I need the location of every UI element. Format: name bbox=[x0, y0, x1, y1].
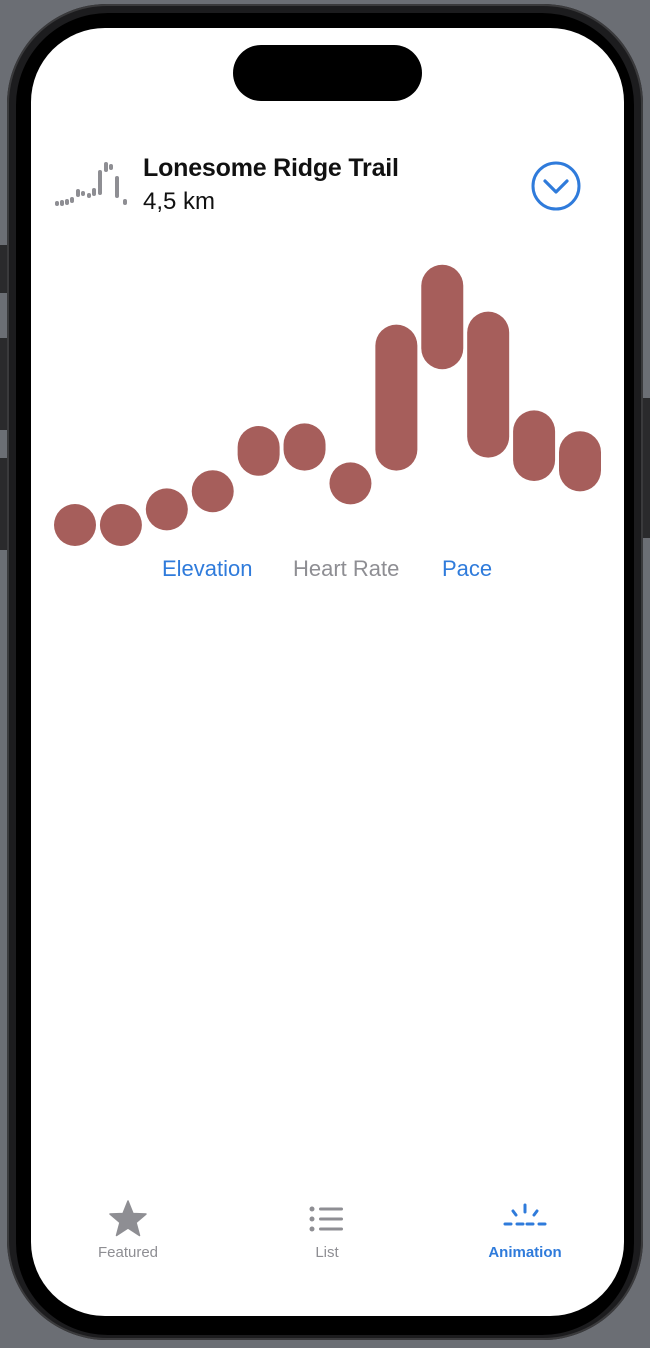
chart-bar bbox=[513, 410, 556, 481]
animation-icon bbox=[503, 1203, 547, 1226]
tab-featured[interactable]: Featured bbox=[48, 1193, 208, 1273]
trail-chart bbox=[54, 264, 601, 546]
sparkline-icon bbox=[55, 162, 127, 206]
list-icon bbox=[309, 1206, 343, 1232]
tab-list-label: List bbox=[315, 1244, 339, 1261]
trail-title: Lonesome Ridge Trail bbox=[143, 154, 399, 182]
graph-option-elevation[interactable]: Elevation bbox=[162, 556, 253, 582]
trail-distance: 4,5 km bbox=[143, 188, 216, 215]
chart-bar bbox=[54, 504, 96, 546]
tab-featured-label: Featured bbox=[97, 1244, 159, 1261]
tab-bar: Featured List Animation bbox=[31, 1193, 624, 1273]
chart-bar bbox=[191, 470, 234, 513]
chart-bar bbox=[237, 426, 280, 476]
chart-bar bbox=[329, 462, 372, 505]
chevron-down-circle-icon[interactable] bbox=[530, 160, 582, 212]
device-action-button bbox=[0, 245, 7, 293]
chart-bar bbox=[375, 324, 418, 471]
chart-bar bbox=[145, 488, 188, 531]
tab-animation[interactable]: Animation bbox=[445, 1193, 605, 1273]
app-screen: Lonesome Ridge Trail 4,5 km Elevation He… bbox=[31, 28, 624, 1316]
graph-selector: Elevation Heart Rate Pace bbox=[31, 556, 624, 586]
star-icon bbox=[109, 1200, 147, 1237]
graph-option-heart-rate[interactable]: Heart Rate bbox=[293, 556, 399, 582]
tab-list[interactable]: List bbox=[247, 1193, 407, 1273]
device-volume-down bbox=[0, 458, 7, 550]
chart-bar bbox=[283, 423, 326, 471]
tab-animation-label: Animation bbox=[488, 1244, 562, 1261]
dynamic-island bbox=[233, 45, 422, 101]
chart-bar bbox=[99, 504, 142, 546]
chart-bar bbox=[559, 431, 601, 492]
graph-option-pace[interactable]: Pace bbox=[442, 556, 492, 582]
chart-bar bbox=[467, 311, 510, 458]
chart-bar bbox=[421, 264, 464, 370]
device-volume-up bbox=[0, 338, 7, 430]
device-side-button bbox=[643, 398, 650, 538]
